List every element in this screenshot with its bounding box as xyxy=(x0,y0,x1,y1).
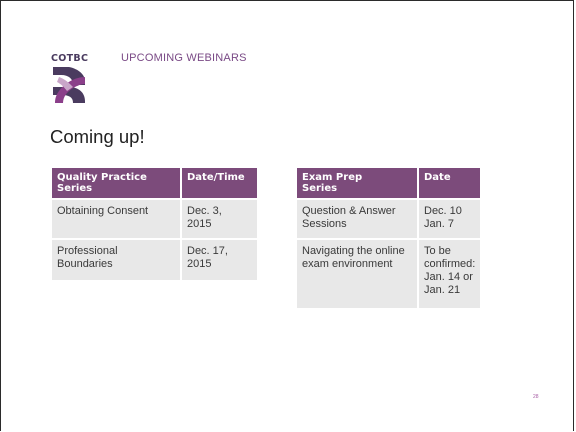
table-header-row: Quality Practice Series Date/Time xyxy=(52,168,257,198)
table-cell-date: Dec. 17, 2015 xyxy=(182,240,257,280)
table-row: Professional Boundaries Dec. 17, 2015 xyxy=(52,240,257,280)
table-row: Question & Answer Sessions Dec. 10 Jan. … xyxy=(297,200,481,238)
column-header-series: Exam Prep Series xyxy=(297,168,417,198)
table-cell-series: Question & Answer Sessions xyxy=(297,200,417,238)
logo-text: COTBC xyxy=(51,53,89,64)
column-header-series: Quality Practice Series xyxy=(52,168,180,198)
table-cell-date: Dec. 3, 2015 xyxy=(182,200,257,238)
table-cell-series: Professional Boundaries xyxy=(52,240,180,280)
table-header-row: Exam Prep Series Date xyxy=(297,168,481,198)
table-cell-series: Navigating the online exam environment xyxy=(297,240,417,308)
table-row: Obtaining Consent Dec. 3, 2015 xyxy=(52,200,257,238)
table-cell-series: Obtaining Consent xyxy=(52,200,180,238)
page-number: 28 xyxy=(533,394,539,400)
logo-mark-icon xyxy=(53,67,85,103)
exam-prep-table: Exam Prep Series Date Question & Answer … xyxy=(295,166,482,310)
table-cell-date: To be confirmed: Jan. 14 or Jan. 21 xyxy=(419,240,481,308)
section-title: UPCOMING WEBINARS xyxy=(121,52,247,64)
table-row: Navigating the online exam environment T… xyxy=(297,240,481,308)
column-header-datetime: Date/Time xyxy=(182,168,257,198)
quality-practice-table: Quality Practice Series Date/Time Obtain… xyxy=(50,166,259,282)
table-cell-date: Dec. 10 Jan. 7 xyxy=(419,200,481,238)
slide-heading: Coming up! xyxy=(50,126,145,147)
cotbc-logo: COTBC xyxy=(51,53,97,107)
column-header-date: Date xyxy=(419,168,481,198)
slide: COTBC UPCOMING WEBINARS Coming up! Quali… xyxy=(0,0,574,431)
